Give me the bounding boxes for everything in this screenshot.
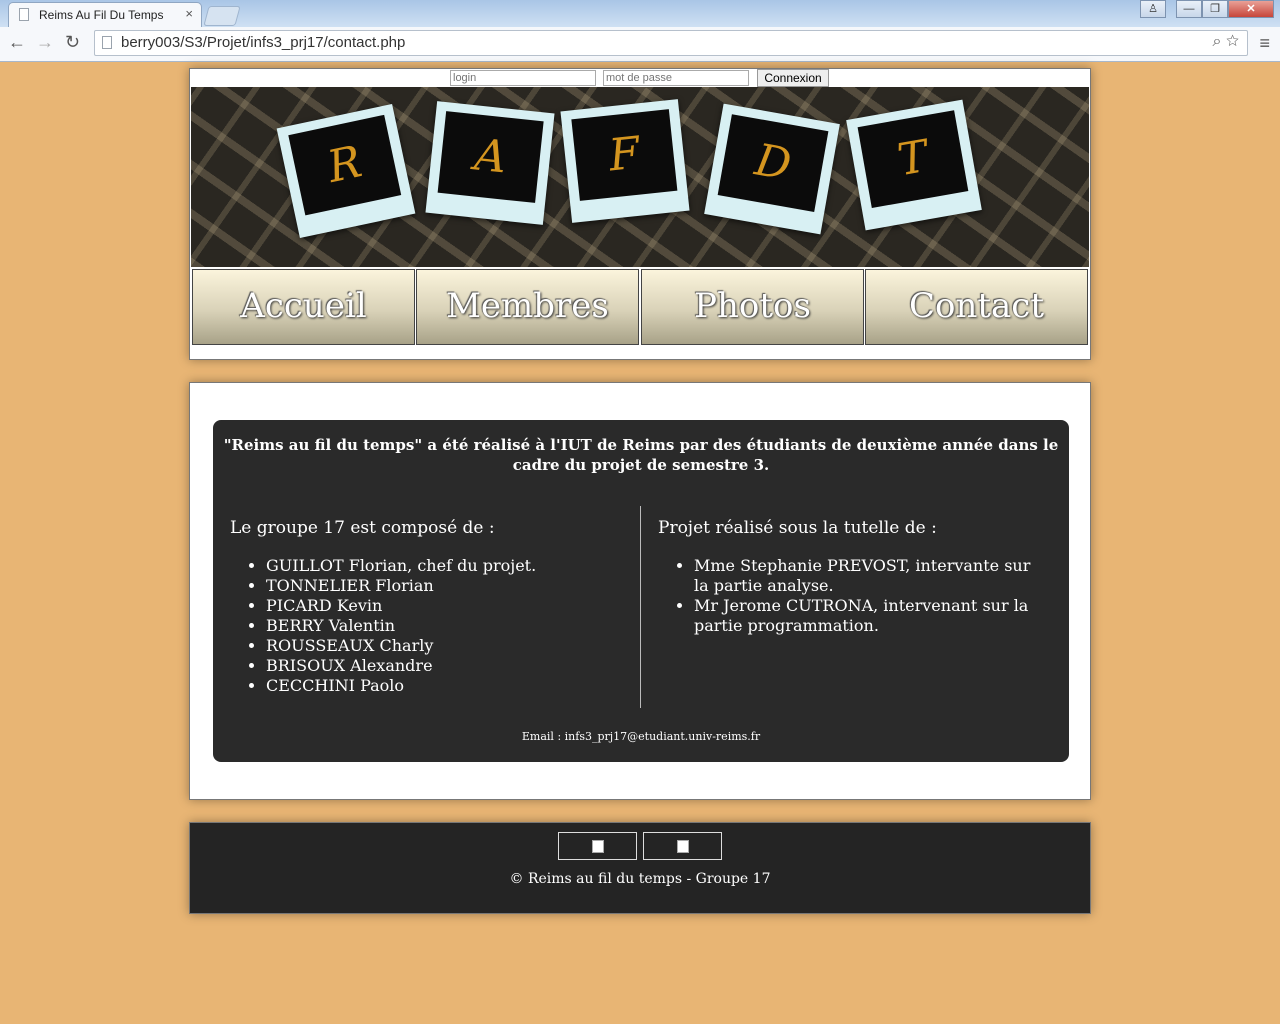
member-item: ROUSSEAUX Charly	[266, 636, 630, 656]
nav-photos[interactable]: Photos	[641, 269, 864, 345]
member-item: BERRY Valentin	[266, 616, 630, 636]
nav-accueil[interactable]: Accueil	[192, 269, 415, 345]
password-input[interactable]	[603, 70, 749, 86]
banner-letter: T	[893, 130, 932, 187]
browser-tab[interactable]: Reims Au Fil Du Temps ×	[8, 2, 202, 27]
tutor-item: Mr Jerome CUTRONA, intervenant sur la pa…	[694, 596, 1048, 636]
polaroid-t: T	[846, 99, 982, 231]
address-bar[interactable]: berry003/S3/Projet/infs3_prj17/contact.p…	[94, 30, 1248, 56]
group-heading: Le groupe 17 est composé de :	[230, 518, 495, 538]
tutors-heading: Projet réalisé sous la tutelle de :	[658, 518, 937, 538]
content-container: "Reims au fil du temps" a été réalisé à …	[189, 382, 1091, 800]
tab-title: Reims Au Fil Du Temps	[39, 8, 164, 22]
new-tab-button[interactable]	[203, 6, 241, 26]
polaroid-f: F	[560, 99, 690, 223]
member-item: GUILLOT Florian, chef du projet.	[266, 556, 630, 576]
polaroid-r: R	[276, 103, 416, 239]
bookmark-star-icon[interactable]: ☆	[1226, 33, 1239, 50]
banner-letter: D	[751, 134, 795, 191]
member-item: CECCHINI Paolo	[266, 676, 630, 696]
maximize-button[interactable]: ❐	[1202, 0, 1228, 18]
browser-toolbar: ← → ↻ berry003/S3/Projet/infs3_prj17/con…	[0, 27, 1280, 62]
tutor-item: Mme Stephanie PREVOST, intervante sur la…	[694, 556, 1048, 596]
connexion-button[interactable]: Connexion	[757, 69, 829, 87]
broken-image-icon	[592, 840, 604, 853]
members-list: GUILLOT Florian, chef du projet. TONNELI…	[230, 556, 630, 696]
footer-image-link-1[interactable]	[558, 832, 637, 860]
banner-letter: F	[606, 127, 643, 182]
url-text[interactable]: berry003/S3/Projet/infs3_prj17/contact.p…	[121, 34, 405, 51]
tutors-column: Projet réalisé sous la tutelle de : Mme …	[658, 518, 1048, 636]
user-icon[interactable]: ♙	[1140, 0, 1166, 18]
browser-menu-icon[interactable]: ≡	[1259, 33, 1270, 54]
footer-image-link-2[interactable]	[643, 832, 722, 860]
polaroid-d: D	[704, 103, 840, 235]
member-item: TONNELIER Florian	[266, 576, 630, 596]
search-icon[interactable]: ⌕	[1213, 33, 1222, 50]
nav-membres[interactable]: Membres	[416, 269, 639, 345]
contact-panel: "Reims au fil du temps" a été réalisé à …	[213, 420, 1069, 762]
contact-email: Email : infs3_prj17@etudiant.univ-reims.…	[521, 730, 761, 743]
page-icon	[19, 8, 29, 21]
site-footer: © Reims au fil du temps - Groupe 17	[189, 822, 1091, 914]
tab-bar: Reims Au Fil Du Temps × ♙ — ❐ ✕	[0, 0, 1280, 27]
member-item: PICARD Kevin	[266, 596, 630, 616]
intro-text: "Reims au fil du temps" a été réalisé à …	[223, 436, 1059, 474]
banner-letter: A	[472, 129, 510, 184]
banner-letter: R	[323, 136, 367, 194]
tutors-list: Mme Stephanie PREVOST, intervante sur la…	[658, 556, 1048, 636]
page-icon	[102, 36, 112, 49]
column-divider	[640, 506, 641, 708]
broken-image-icon	[677, 840, 689, 853]
site-header: Connexion R A F D T Accueil Membres Phot…	[189, 68, 1091, 360]
url-actions: ⌕ ☆	[1213, 33, 1239, 51]
browser-chrome: Reims Au Fil Du Temps × ♙ — ❐ ✕ ← → ↻ be…	[0, 0, 1280, 62]
banner: R A F D T	[191, 87, 1089, 267]
back-arrow-icon[interactable]: ←	[8, 32, 26, 53]
close-tab-icon[interactable]: ×	[185, 6, 193, 21]
member-item: BRISOUX Alexandre	[266, 656, 630, 676]
reload-icon[interactable]: ↻	[65, 32, 80, 53]
login-input[interactable]	[450, 70, 596, 86]
polaroid-a: A	[425, 101, 555, 225]
nav-contact[interactable]: Contact	[865, 269, 1088, 345]
minimize-button[interactable]: —	[1176, 0, 1202, 18]
close-window-button[interactable]: ✕	[1228, 0, 1274, 18]
group-column: Le groupe 17 est composé de : GUILLOT Fl…	[230, 518, 630, 696]
main-nav: Accueil Membres Photos Contact	[191, 269, 1089, 345]
copyright-text: © Reims au fil du temps - Groupe 17	[509, 871, 771, 887]
forward-arrow-icon[interactable]: →	[36, 32, 54, 53]
